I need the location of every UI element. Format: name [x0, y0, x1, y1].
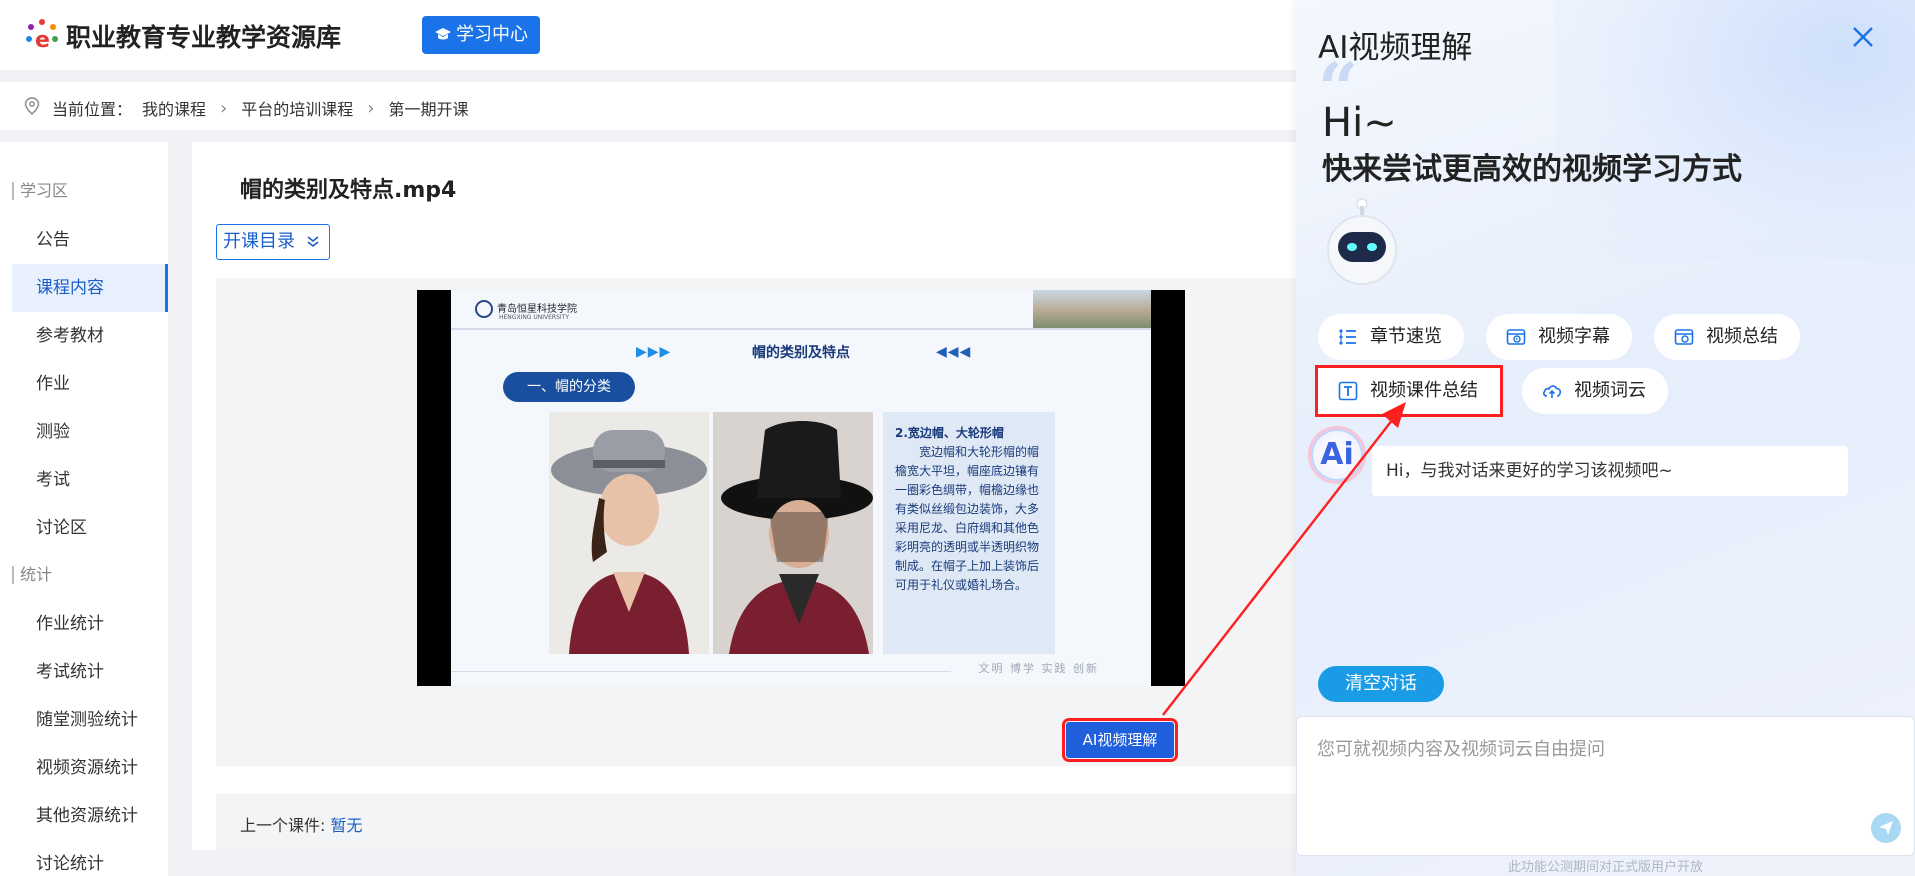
- sidebar-item-homework-stats[interactable]: 作业统计: [12, 600, 168, 648]
- chip-chapter-overview[interactable]: 章节速览: [1318, 314, 1464, 360]
- chip-video-subtitles-label: 视频字幕: [1538, 326, 1610, 347]
- question-input[interactable]: [1297, 717, 1914, 855]
- double-chevron-down-icon: [307, 236, 319, 248]
- graduation-cap-icon: [435, 28, 451, 40]
- hat-photo-wide-brim: [549, 412, 709, 654]
- breadcrumb-item-my-courses[interactable]: 我的课程: [142, 96, 206, 120]
- breadcrumb-item-first-session[interactable]: 第一期开课: [388, 96, 468, 120]
- sidebar-item-discussion-stats[interactable]: 讨论统计: [12, 840, 168, 876]
- slide-heading: 帽的类别及特点: [752, 345, 850, 361]
- chip-courseware-summary-label: 视频课件总结: [1370, 380, 1478, 401]
- site-logo-icon: e: [26, 19, 58, 53]
- ai-avatar: Ai: [1308, 426, 1366, 484]
- previous-courseware-link[interactable]: 暂无: [331, 816, 363, 835]
- chip-chapter-overview-label: 章节速览: [1370, 326, 1442, 347]
- video-player-area: 青岛恒星科技学院 HENGXING UNIVERSITY ▶▶▶ 帽的类别及特点…: [216, 278, 1332, 766]
- send-icon[interactable]: [1871, 813, 1901, 843]
- chip-word-cloud-label: 视频词云: [1574, 380, 1646, 401]
- slide-text-body: 宽边帽和大轮形帽的帽檐宽大平坦，帽座底边镶有一圈彩色绸带，帽檐边缘也有类似丝缎包…: [895, 445, 1040, 592]
- course-catalog-button[interactable]: 开课目录: [216, 224, 330, 260]
- sidebar-item-discussion[interactable]: 讨论区: [12, 504, 168, 552]
- sidebar-item-quiz-stats[interactable]: 随堂测验统计: [12, 696, 168, 744]
- question-input-box: [1296, 716, 1915, 856]
- chip-word-cloud[interactable]: 视频词云: [1522, 368, 1668, 414]
- close-icon[interactable]: [1850, 24, 1876, 50]
- sidebar-item-exam[interactable]: 考试: [12, 456, 168, 504]
- ai-avatar-label: Ai: [1320, 437, 1354, 472]
- bot-message-bubble: Hi，与我对话来更好的学习该视频吧~: [1372, 446, 1848, 496]
- chevron-right-icon: ›: [220, 97, 228, 119]
- chip-courseware-summary[interactable]: 视频课件总结: [1315, 365, 1503, 417]
- greeting-subtitle: 快来尝试更高效的视频学习方式: [1322, 152, 1742, 187]
- quick-action-row-1: 章节速览 视频字幕 视频总结: [1318, 314, 1800, 360]
- triangle-left-icon: ◀◀◀: [936, 344, 972, 360]
- sidebar-item-quiz[interactable]: 测验: [12, 408, 168, 456]
- sidebar-item-video-stats[interactable]: 视频资源统计: [12, 744, 168, 792]
- cloud-upload-icon: [1543, 385, 1562, 398]
- slide-section-pill: 一、帽的分类: [503, 372, 635, 402]
- video-player[interactable]: 青岛恒星科技学院 HENGXING UNIVERSITY ▶▶▶ 帽的类别及特点…: [417, 290, 1185, 686]
- hat-photo-black: [713, 412, 873, 654]
- summary-icon: [1674, 329, 1694, 345]
- ai-video-understanding-button[interactable]: AI视频理解: [1062, 718, 1178, 762]
- video-slide: 青岛恒星科技学院 HENGXING UNIVERSITY ▶▶▶ 帽的类别及特点…: [451, 290, 1151, 686]
- subtitle-icon: [1506, 329, 1526, 345]
- text-icon: [1338, 381, 1358, 401]
- svg-text:e: e: [35, 28, 50, 53]
- ai-video-panel: AI视频理解 “ Hi~ 快来尝试更高效的视频学习方式 章节速览 视频字幕 视频…: [1296, 0, 1915, 876]
- slide-school-sub: HENGXING UNIVERSITY: [499, 314, 569, 321]
- slide-footer-motto: 文明 博学 实践 创新: [978, 662, 1099, 675]
- video-title: 帽的类别及特点.mp4: [240, 178, 457, 203]
- sidebar-item-exam-stats[interactable]: 考试统计: [12, 648, 168, 696]
- greeting-text: Hi~: [1322, 100, 1397, 146]
- chip-video-subtitles[interactable]: 视频字幕: [1486, 314, 1632, 360]
- main-content: 帽的类别及特点.mp4 开课目录 青岛恒星科技学院 HENGXING UNIVE…: [192, 142, 1332, 850]
- sidebar-item-reference-materials[interactable]: 参考教材: [12, 312, 168, 360]
- slide-text-heading: 2.宽边帽、大轮形帽: [895, 426, 1004, 440]
- slide-text-box: 2.宽边帽、大轮形帽 宽边帽和大轮形帽的帽檐宽大平坦，帽座底边镶有一圈彩色绸带，…: [883, 412, 1055, 654]
- chip-video-summary-label: 视频总结: [1706, 326, 1778, 347]
- school-emblem-icon: [475, 300, 493, 318]
- location-pin-icon: [24, 97, 40, 115]
- learning-center-button[interactable]: 学习中心: [422, 16, 540, 54]
- sidebar-item-announcements[interactable]: 公告: [12, 216, 168, 264]
- sidebar-item-homework[interactable]: 作业: [12, 360, 168, 408]
- slide-divider: [451, 328, 1151, 330]
- previous-courseware-label: 上一个课件:: [240, 816, 326, 835]
- learning-center-label: 学习中心: [456, 24, 528, 45]
- course-catalog-label: 开课目录: [223, 231, 295, 252]
- chevron-right-icon: ›: [367, 97, 375, 119]
- site-title: 职业教育专业教学资源库: [66, 23, 342, 52]
- sidebar-item-course-content[interactable]: 课程内容: [12, 264, 168, 312]
- breadcrumb-prefix: 当前位置：: [52, 100, 133, 119]
- list-icon: [1339, 329, 1356, 345]
- breadcrumb-item-platform-training[interactable]: 平台的培训课程: [241, 96, 353, 120]
- sidebar-group-study: 学习区: [12, 182, 68, 200]
- sidebar: 学习区 公告 课程内容 参考教材 作业 测验 考试 讨论区 统计 作业统计 考试…: [0, 142, 168, 876]
- quick-action-row-2: 视频课件总结 视频词云: [1315, 365, 1668, 417]
- slide-school-name: 青岛恒星科技学院 HENGXING UNIVERSITY: [475, 300, 577, 321]
- previous-courseware-row: 上一个课件: 暂无: [216, 794, 1332, 850]
- panel-footnote: 此功能公测期间对正式版用户开放: [1507, 860, 1703, 875]
- sidebar-item-other-resource-stats[interactable]: 其他资源统计: [12, 792, 168, 840]
- slide-footer-divider: [451, 671, 951, 672]
- chip-video-summary[interactable]: 视频总结: [1654, 314, 1800, 360]
- campus-photo: [1033, 290, 1151, 328]
- robot-mascot-icon: [1327, 198, 1397, 285]
- sidebar-group-stats: 统计: [12, 566, 52, 584]
- clear-conversation-button[interactable]: 清空对话: [1318, 666, 1444, 702]
